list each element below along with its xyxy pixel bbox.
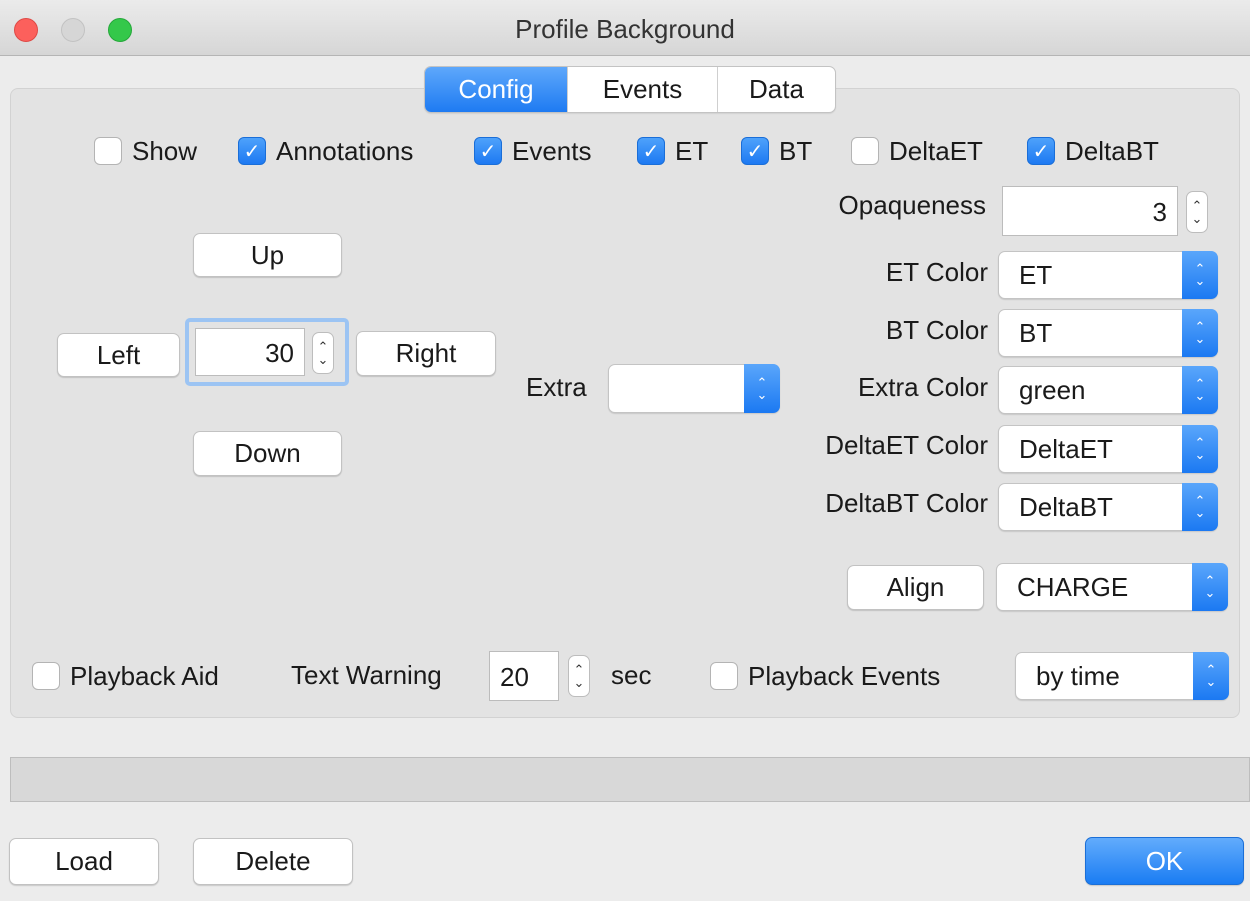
events-label: Events — [512, 135, 592, 166]
chevron-updown-icon: ⌃ ⌄ — [1182, 366, 1218, 414]
checkmark-icon: ✓ — [238, 137, 266, 165]
delta-bt-color-label: DeltaBT Color — [825, 488, 988, 518]
chevron-updown-icon: ⌃ ⌄ — [744, 364, 780, 413]
events-checkbox[interactable]: ✓ Events — [474, 134, 592, 168]
checkmark-icon: ✓ — [474, 137, 502, 165]
playback-mode-select[interactable]: by time ⌃ ⌄ — [1015, 652, 1229, 700]
extra-color-value: green — [1019, 375, 1086, 405]
title-bar: Profile Background — [0, 0, 1250, 56]
sec-label: sec — [611, 660, 652, 690]
window-title: Profile Background — [515, 14, 735, 44]
chevron-updown-icon: ⌃ ⌄ — [1182, 251, 1218, 299]
delta-et-color-label: DeltaET Color — [825, 430, 988, 460]
extra-color-select[interactable]: green ⌃ ⌄ — [998, 366, 1218, 414]
checkbox-icon — [851, 137, 879, 165]
extra-select[interactable]: ⌃ ⌄ — [608, 364, 780, 413]
chevron-updown-icon: ⌃ ⌄ — [1192, 563, 1228, 611]
chevron-down-icon: ⌄ — [573, 675, 585, 690]
checkmark-icon: ✓ — [741, 137, 769, 165]
playback-mode-value: by time — [1036, 661, 1120, 691]
playback-aid-label: Playback Aid — [70, 660, 219, 691]
chevron-down-icon: ⌄ — [317, 352, 329, 367]
delta-et-color-select[interactable]: DeltaET ⌃ ⌄ — [998, 425, 1218, 473]
playback-events-checkbox[interactable]: Playback Events — [710, 659, 940, 693]
delta-et-color-value: DeltaET — [1019, 434, 1113, 464]
load-button[interactable]: Load — [9, 838, 159, 885]
delete-button[interactable]: Delete — [193, 838, 353, 885]
progress-bar — [10, 757, 1250, 802]
ok-button[interactable]: OK — [1085, 837, 1244, 885]
annotations-label: Annotations — [276, 135, 414, 166]
align-select-value: CHARGE — [1017, 572, 1129, 602]
bt-label: BT — [779, 135, 813, 166]
et-checkbox[interactable]: ✓ ET — [637, 134, 708, 168]
step-input[interactable]: 30 — [195, 328, 305, 376]
bt-checkbox[interactable]: ✓ BT — [741, 134, 812, 168]
delta-bt-color-select[interactable]: DeltaBT ⌃ ⌄ — [998, 483, 1218, 531]
show-checkbox[interactable]: Show — [94, 134, 197, 168]
et-color-label: ET Color — [885, 257, 988, 287]
checkbox-icon — [94, 137, 122, 165]
chevron-updown-icon: ⌃ ⌄ — [1182, 309, 1218, 357]
step-stepper[interactable]: ⌃ ⌄ — [312, 332, 334, 374]
delta-bt-color-value: DeltaBT — [1019, 492, 1113, 522]
text-warning-label: Text Warning — [291, 660, 442, 690]
chevron-updown-icon: ⌃ ⌄ — [1182, 425, 1218, 473]
checkbox-icon — [710, 662, 738, 690]
et-color-select[interactable]: ET ⌃ ⌄ — [998, 251, 1218, 299]
left-button[interactable]: Left — [57, 333, 180, 377]
show-label: Show — [132, 135, 198, 166]
checkmark-icon: ✓ — [1027, 137, 1055, 165]
playback-aid-checkbox[interactable]: Playback Aid — [32, 659, 219, 693]
tab-config[interactable]: Config — [425, 67, 567, 112]
chevron-updown-icon: ⌃ ⌄ — [1193, 652, 1229, 700]
align-button[interactable]: Align — [847, 565, 984, 610]
et-color-value: ET — [1019, 260, 1053, 290]
opaqueness-stepper[interactable]: ⌃ ⌄ — [1186, 191, 1208, 233]
delta-bt-checkbox[interactable]: ✓ DeltaBT — [1027, 134, 1159, 168]
chevron-updown-icon: ⌃ ⌄ — [1182, 483, 1218, 531]
delta-et-label: DeltaET — [889, 135, 983, 166]
text-warning-input[interactable]: 20 — [489, 651, 559, 701]
delta-et-checkbox[interactable]: DeltaET — [851, 134, 983, 168]
align-select[interactable]: CHARGE ⌃ ⌄ — [996, 563, 1228, 611]
playback-events-label: Playback Events — [748, 660, 941, 691]
chevron-down-icon: ⌄ — [1191, 211, 1203, 226]
bt-color-select[interactable]: BT ⌃ ⌄ — [998, 309, 1218, 357]
opaqueness-label: Opaqueness — [838, 190, 986, 220]
right-button[interactable]: Right — [356, 331, 496, 376]
bt-color-value: BT — [1019, 318, 1053, 348]
tab-data[interactable]: Data — [717, 67, 835, 112]
tab-events[interactable]: Events — [567, 67, 717, 112]
delta-bt-label: DeltaBT — [1065, 135, 1159, 166]
bt-color-label: BT Color — [885, 315, 988, 345]
annotations-checkbox[interactable]: ✓ Annotations — [238, 134, 413, 168]
text-warning-stepper[interactable]: ⌃ ⌄ — [568, 655, 590, 697]
checkbox-icon — [32, 662, 60, 690]
checkmark-icon: ✓ — [637, 137, 665, 165]
opaqueness-input[interactable]: 3 — [1002, 186, 1178, 236]
up-button[interactable]: Up — [193, 233, 342, 277]
extra-label: Extra — [526, 372, 587, 402]
down-button[interactable]: Down — [193, 431, 342, 476]
tab-bar: Config Events Data — [424, 66, 836, 113]
et-label: ET — [675, 135, 709, 166]
extra-color-label: Extra Color — [857, 372, 988, 402]
